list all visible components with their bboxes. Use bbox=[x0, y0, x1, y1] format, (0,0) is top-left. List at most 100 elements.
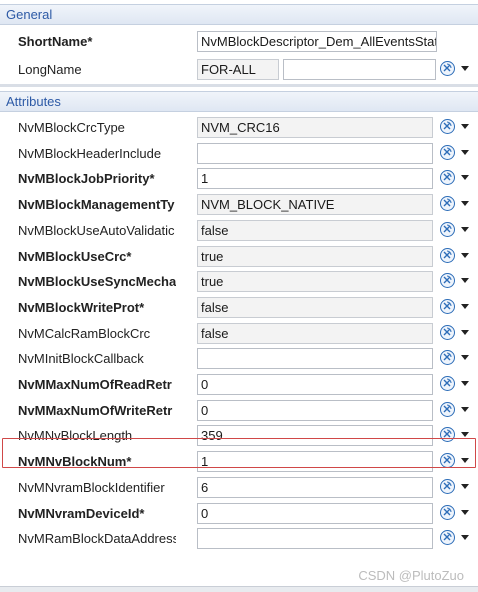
long-name-label: LongName bbox=[18, 62, 82, 77]
attribute-value-field[interactable]: NVM_CRC16 bbox=[197, 117, 433, 138]
reset-default-icon[interactable] bbox=[440, 170, 455, 185]
reset-default-icon[interactable] bbox=[440, 325, 455, 340]
attribute-row: NvMBlockManagementTy NVM_BLOCK_NATIVE bbox=[0, 192, 478, 218]
attribute-label: NvMInitBlockCallback bbox=[18, 351, 144, 366]
attribute-controls bbox=[440, 325, 474, 343]
attribute-value-field[interactable] bbox=[197, 528, 433, 549]
attribute-row: NvMCalcRamBlockCrc false bbox=[0, 321, 478, 347]
attribute-value-field[interactable]: 0 bbox=[197, 400, 433, 421]
attribute-label: NvMNvramBlockIdentifier bbox=[18, 480, 165, 495]
reset-default-icon[interactable] bbox=[440, 376, 455, 391]
attribute-row: NvMBlockCrcType NVM_CRC16 bbox=[0, 115, 478, 141]
attribute-controls bbox=[440, 196, 474, 214]
attribute-controls bbox=[440, 350, 474, 368]
long-name-input[interactable] bbox=[283, 59, 436, 80]
attribute-row: NvMBlockUseSyncMechar true bbox=[0, 269, 478, 295]
attribute-controls bbox=[440, 248, 474, 266]
attribute-value-field[interactable] bbox=[197, 348, 433, 369]
attribute-controls bbox=[440, 376, 474, 394]
attribute-label: NvMMaxNumOfWriteRetr bbox=[18, 403, 173, 418]
attribute-row: NvMNvramDeviceId* 0 bbox=[0, 501, 478, 527]
chevron-down-icon[interactable] bbox=[461, 150, 469, 155]
chevron-down-icon[interactable] bbox=[461, 484, 469, 489]
row-short-name: ShortName* NvMBlockDescriptor_Dem_AllEve… bbox=[0, 29, 478, 55]
attribute-label: NvMCalcRamBlockCrc bbox=[18, 326, 151, 341]
chevron-down-icon[interactable] bbox=[461, 278, 469, 283]
attribute-controls bbox=[440, 402, 474, 420]
chevron-down-icon[interactable] bbox=[461, 227, 469, 232]
attribute-value-field[interactable]: 1 bbox=[197, 168, 433, 189]
chevron-down-icon[interactable] bbox=[461, 535, 469, 540]
attribute-row: NvMNvramBlockIdentifier 6 bbox=[0, 475, 478, 501]
section-header-attributes[interactable]: Attributes bbox=[0, 91, 478, 112]
attribute-label: NvMNvBlockLength bbox=[18, 428, 133, 443]
short-name-input[interactable]: NvMBlockDescriptor_Dem_AllEventsStat bbox=[197, 31, 437, 52]
reset-default-icon[interactable] bbox=[440, 505, 455, 520]
reset-default-icon[interactable] bbox=[440, 350, 455, 365]
attribute-label: NvMBlockUseAutoValidatic bbox=[18, 223, 175, 238]
attribute-value-field[interactable]: 0 bbox=[197, 503, 433, 524]
attribute-value-field[interactable]: 6 bbox=[197, 477, 433, 498]
section-divider bbox=[0, 84, 478, 87]
reset-default-icon[interactable] bbox=[440, 479, 455, 494]
attribute-value-field[interactable]: false bbox=[197, 297, 433, 318]
attribute-row: NvMNvBlockLength 359 bbox=[0, 423, 478, 449]
reset-default-icon[interactable] bbox=[440, 402, 455, 417]
attribute-label: NvMBlockCrcType bbox=[18, 120, 125, 135]
watermark: CSDN @PlutoZuo bbox=[358, 568, 464, 583]
reset-default-icon[interactable] bbox=[440, 273, 455, 288]
attribute-row: NvMMaxNumOfReadRetr 0 bbox=[0, 372, 478, 398]
attribute-controls bbox=[440, 453, 474, 471]
reset-default-icon[interactable] bbox=[440, 222, 455, 237]
long-name-language-field[interactable]: FOR-ALL bbox=[197, 59, 279, 80]
long-name-controls bbox=[440, 61, 474, 79]
reset-default-icon[interactable] bbox=[440, 196, 455, 211]
chevron-down-icon[interactable] bbox=[461, 201, 469, 206]
reset-default-icon[interactable] bbox=[440, 299, 455, 314]
attribute-label: NvMBlockWriteProt* bbox=[18, 300, 145, 315]
chevron-down-icon[interactable] bbox=[461, 458, 469, 463]
attribute-value-field[interactable]: true bbox=[197, 246, 433, 267]
attribute-label: NvMNvBlockNum* bbox=[18, 454, 132, 469]
reset-default-icon[interactable] bbox=[440, 248, 455, 263]
attribute-label: NvMRamBlockDataAddress bbox=[18, 531, 176, 546]
chevron-down-icon[interactable] bbox=[461, 253, 469, 258]
attribute-controls bbox=[440, 119, 474, 137]
attribute-value-field[interactable]: false bbox=[197, 323, 433, 344]
attribute-label: NvMNvramDeviceId* bbox=[18, 506, 145, 521]
reset-default-icon[interactable] bbox=[440, 61, 455, 76]
reset-default-icon[interactable] bbox=[440, 530, 455, 545]
attribute-value-field[interactable]: 359 bbox=[197, 425, 433, 446]
chevron-down-icon[interactable] bbox=[461, 407, 469, 412]
attribute-controls bbox=[440, 170, 474, 188]
reset-default-icon[interactable] bbox=[440, 427, 455, 442]
chevron-down-icon[interactable] bbox=[461, 124, 469, 129]
attribute-label: NvMBlockUseCrc* bbox=[18, 249, 132, 264]
reset-default-icon[interactable] bbox=[440, 119, 455, 134]
attribute-controls bbox=[440, 479, 474, 497]
attribute-value-field[interactable] bbox=[197, 143, 433, 164]
attribute-label: NvMBlockManagementTy bbox=[18, 197, 175, 212]
attribute-row: NvMRamBlockDataAddress bbox=[0, 526, 478, 552]
row-long-name: LongName FOR-ALL bbox=[0, 57, 478, 83]
attribute-controls bbox=[440, 530, 474, 548]
attribute-value-field[interactable]: 1 bbox=[197, 451, 433, 472]
chevron-down-icon[interactable] bbox=[461, 330, 469, 335]
reset-default-icon[interactable] bbox=[440, 453, 455, 468]
chevron-down-icon[interactable] bbox=[461, 304, 469, 309]
chevron-down-icon[interactable] bbox=[461, 175, 469, 180]
chevron-down-icon[interactable] bbox=[461, 381, 469, 386]
attribute-label: NvMBlockHeaderInclude bbox=[18, 146, 162, 161]
attribute-label: NvMMaxNumOfReadRetr bbox=[18, 377, 172, 392]
chevron-down-icon[interactable] bbox=[461, 510, 469, 515]
chevron-down-icon[interactable] bbox=[461, 355, 469, 360]
reset-default-icon[interactable] bbox=[440, 145, 455, 160]
attribute-value-field[interactable]: true bbox=[197, 271, 433, 292]
attribute-value-field[interactable]: 0 bbox=[197, 374, 433, 395]
section-header-general[interactable]: General bbox=[0, 4, 478, 25]
chevron-down-icon[interactable] bbox=[461, 432, 469, 437]
chevron-down-icon[interactable] bbox=[461, 66, 469, 71]
bottom-scroll-strip[interactable] bbox=[0, 586, 478, 592]
attribute-value-field[interactable]: false bbox=[197, 220, 433, 241]
attribute-value-field[interactable]: NVM_BLOCK_NATIVE bbox=[197, 194, 433, 215]
